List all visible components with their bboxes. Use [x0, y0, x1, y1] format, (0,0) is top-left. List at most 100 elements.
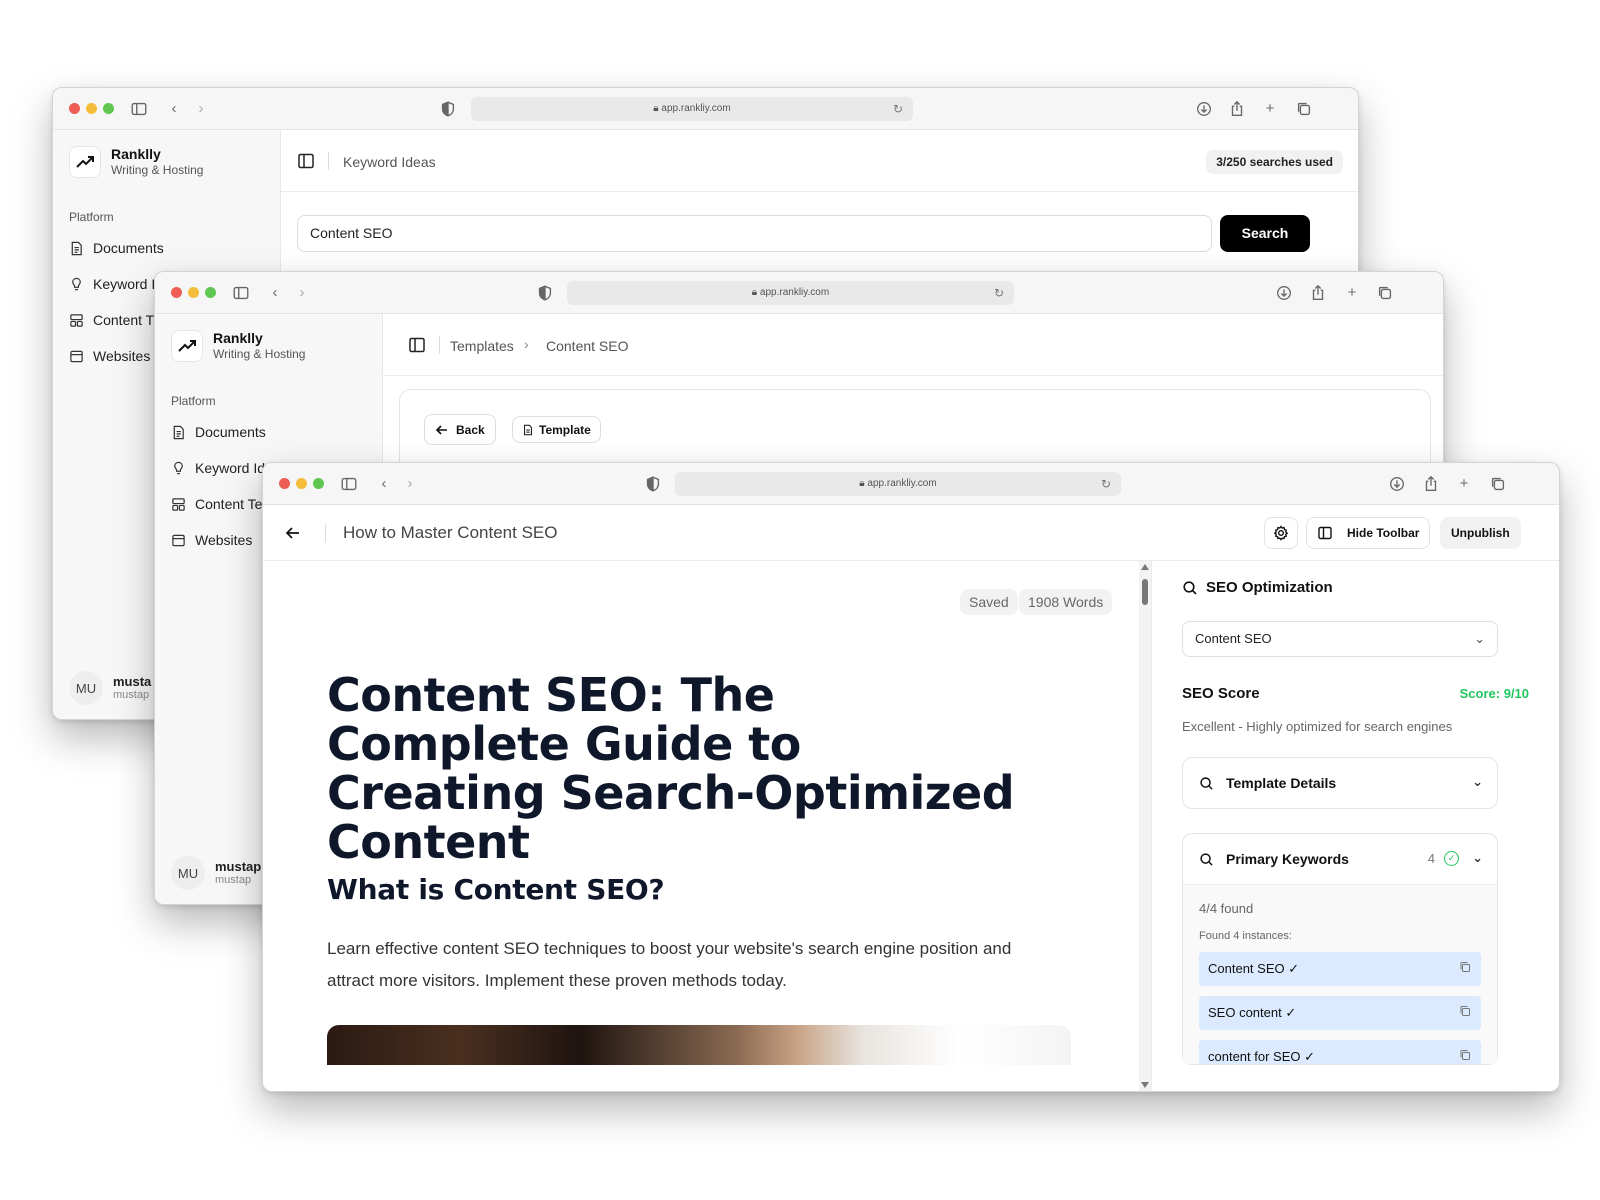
download-icon[interactable] [1274, 283, 1294, 303]
unpublish-button[interactable]: Unpublish [1440, 517, 1521, 549]
sidebar-item-keyword-ideas[interactable]: Keyword Id [171, 460, 265, 476]
close-window-button[interactable] [279, 478, 290, 489]
scroll-thumb[interactable] [1142, 579, 1148, 605]
keyword-chip[interactable]: SEO content ✓ [1199, 996, 1481, 1030]
sidebar-item-label: Websites [93, 348, 151, 364]
address-bar[interactable]: 🔒︎ app.rankliy.com ↻ [567, 281, 1014, 305]
template-details-header[interactable]: Template Details ⌄ [1183, 758, 1497, 808]
forward-arrow-icon[interactable]: › [292, 283, 312, 303]
settings-button[interactable] [1264, 517, 1298, 549]
avatar: MU [171, 856, 205, 890]
reload-icon[interactable]: ↻ [994, 281, 1004, 305]
sidebar-item-content-templates[interactable]: Content Te [171, 496, 262, 512]
zoom-window-button[interactable] [205, 287, 216, 298]
search-button[interactable]: Search [1220, 215, 1310, 252]
forward-arrow-icon[interactable]: › [400, 474, 420, 494]
back-arrow-icon[interactable]: ‹ [164, 99, 184, 119]
sidebar-item-websites[interactable]: Websites [69, 348, 150, 364]
brand[interactable]: Ranklly Writing & Hosting [171, 330, 305, 362]
back-button[interactable]: Back [424, 414, 496, 445]
browser-toolbar: ‹ › 🔒︎ app.rankliy.com ↻ + [263, 463, 1559, 505]
primary-keywords-accordion[interactable]: Primary Keywords 4 ✓ ⌄ 4/4 found Found 4 in… [1182, 833, 1498, 1065]
sidebar-toggle-icon[interactable] [339, 474, 359, 494]
brand-tagline: Writing & Hosting [111, 163, 204, 177]
minimize-window-button[interactable] [296, 478, 307, 489]
editor-scrollbar[interactable] [1139, 561, 1151, 1091]
document-icon [71, 241, 82, 255]
sidebar-toggle-icon[interactable] [129, 99, 149, 119]
scroll-up-arrow-icon[interactable] [1141, 564, 1149, 570]
panel-toggle-icon[interactable] [408, 336, 426, 354]
tab-overview-icon[interactable] [1488, 474, 1508, 494]
minimize-window-button[interactable] [86, 103, 97, 114]
panel-toggle-icon[interactable] [297, 152, 315, 170]
back-arrow-icon[interactable]: ‹ [374, 474, 394, 494]
article-paragraph[interactable]: Learn effective content SEO techniques t… [327, 933, 1057, 997]
keyword-search-input[interactable]: Content SEO [297, 215, 1212, 252]
template-select[interactable]: Content SEO ⌄ [1182, 621, 1498, 657]
sidebar-item-documents[interactable]: Documents [69, 240, 164, 256]
seo-panel-title-text: SEO Optimization [1206, 579, 1333, 596]
reload-icon[interactable]: ↻ [1101, 472, 1111, 496]
close-window-button[interactable] [171, 287, 182, 298]
minimize-window-button[interactable] [188, 287, 199, 298]
tab-overview-icon[interactable] [1375, 283, 1395, 303]
primary-keywords-body: 4/4 found Found 4 instances: Content SEO… [1183, 884, 1497, 1064]
address-bar[interactable]: 🔒︎ app.rankliy.com ↻ [471, 97, 913, 121]
lightbulb-icon [72, 277, 81, 290]
article-hero-image[interactable] [327, 1025, 1071, 1065]
breadcrumb-templates[interactable]: Templates [450, 338, 514, 354]
share-icon[interactable] [1421, 474, 1441, 494]
sidebar-item-websites[interactable]: Websites [171, 532, 252, 548]
shield-icon[interactable] [535, 283, 555, 303]
section-heading[interactable]: What is Content SEO? [327, 873, 665, 906]
template-details-label: Template Details [1226, 775, 1337, 791]
close-window-button[interactable] [69, 103, 80, 114]
brand-name: Ranklly [213, 330, 263, 346]
editor-canvas[interactable]: Saved 1908 Words Content SEO: The Comple… [263, 561, 1153, 1091]
shield-icon[interactable] [643, 474, 663, 494]
copy-icon[interactable] [1459, 961, 1471, 973]
primary-keywords-header[interactable]: Primary Keywords 4 ✓ ⌄ [1183, 834, 1497, 884]
keyword-chip[interactable]: content for SEO ✓ [1199, 1040, 1481, 1064]
divider [325, 524, 326, 542]
back-arrow-icon[interactable]: ‹ [265, 283, 285, 303]
copy-icon[interactable] [1459, 1049, 1471, 1061]
trending-up-icon [171, 330, 203, 362]
hide-toolbar-button[interactable]: Hide Toolbar [1306, 517, 1431, 549]
article-heading[interactable]: Content SEO: The Complete Guide to Creat… [327, 671, 1027, 867]
shield-icon[interactable] [438, 99, 458, 119]
download-icon[interactable] [1387, 474, 1407, 494]
template-button[interactable]: Template [512, 416, 601, 443]
forward-arrow-icon[interactable]: › [191, 99, 211, 119]
gear-icon [1273, 525, 1289, 541]
user-menu[interactable]: MU mustap mustap [171, 856, 261, 890]
new-tab-icon[interactable]: + [1342, 283, 1362, 303]
user-menu[interactable]: MU musta mustap [69, 671, 151, 705]
page-header: Keyword Ideas 3/250 searches used [281, 130, 1358, 192]
address-bar[interactable]: 🔒︎ app.rankliy.com ↻ [675, 472, 1121, 496]
share-icon[interactable] [1227, 99, 1247, 119]
sidebar-item-keyword-ideas[interactable]: Keyword I [69, 276, 155, 292]
nav-section-heading: Platform [171, 394, 216, 408]
reload-icon[interactable]: ↻ [893, 97, 903, 121]
copy-icon[interactable] [1459, 1005, 1471, 1017]
zoom-window-button[interactable] [103, 103, 114, 114]
keywords-found-count: 4/4 found [1199, 901, 1254, 916]
template-details-accordion[interactable]: Template Details ⌄ [1182, 757, 1498, 809]
share-icon[interactable] [1308, 283, 1328, 303]
brand[interactable]: Ranklly Writing & Hosting [69, 146, 203, 178]
arrow-left-icon[interactable] [284, 524, 302, 542]
new-tab-icon[interactable]: + [1454, 474, 1474, 494]
zoom-window-button[interactable] [313, 478, 324, 489]
sidebar-item-content-templates[interactable]: Content T [69, 312, 154, 328]
scroll-down-arrow-icon[interactable] [1141, 1082, 1149, 1088]
new-tab-icon[interactable]: + [1260, 99, 1280, 119]
keyword-chip-label: content for SEO ✓ [1208, 1049, 1315, 1064]
template-button-label: Template [539, 422, 591, 437]
tab-overview-icon[interactable] [1294, 99, 1314, 119]
sidebar-toggle-icon[interactable] [231, 283, 251, 303]
download-icon[interactable] [1194, 99, 1214, 119]
keyword-chip[interactable]: Content SEO ✓ [1199, 952, 1481, 986]
sidebar-item-documents[interactable]: Documents [171, 424, 266, 440]
